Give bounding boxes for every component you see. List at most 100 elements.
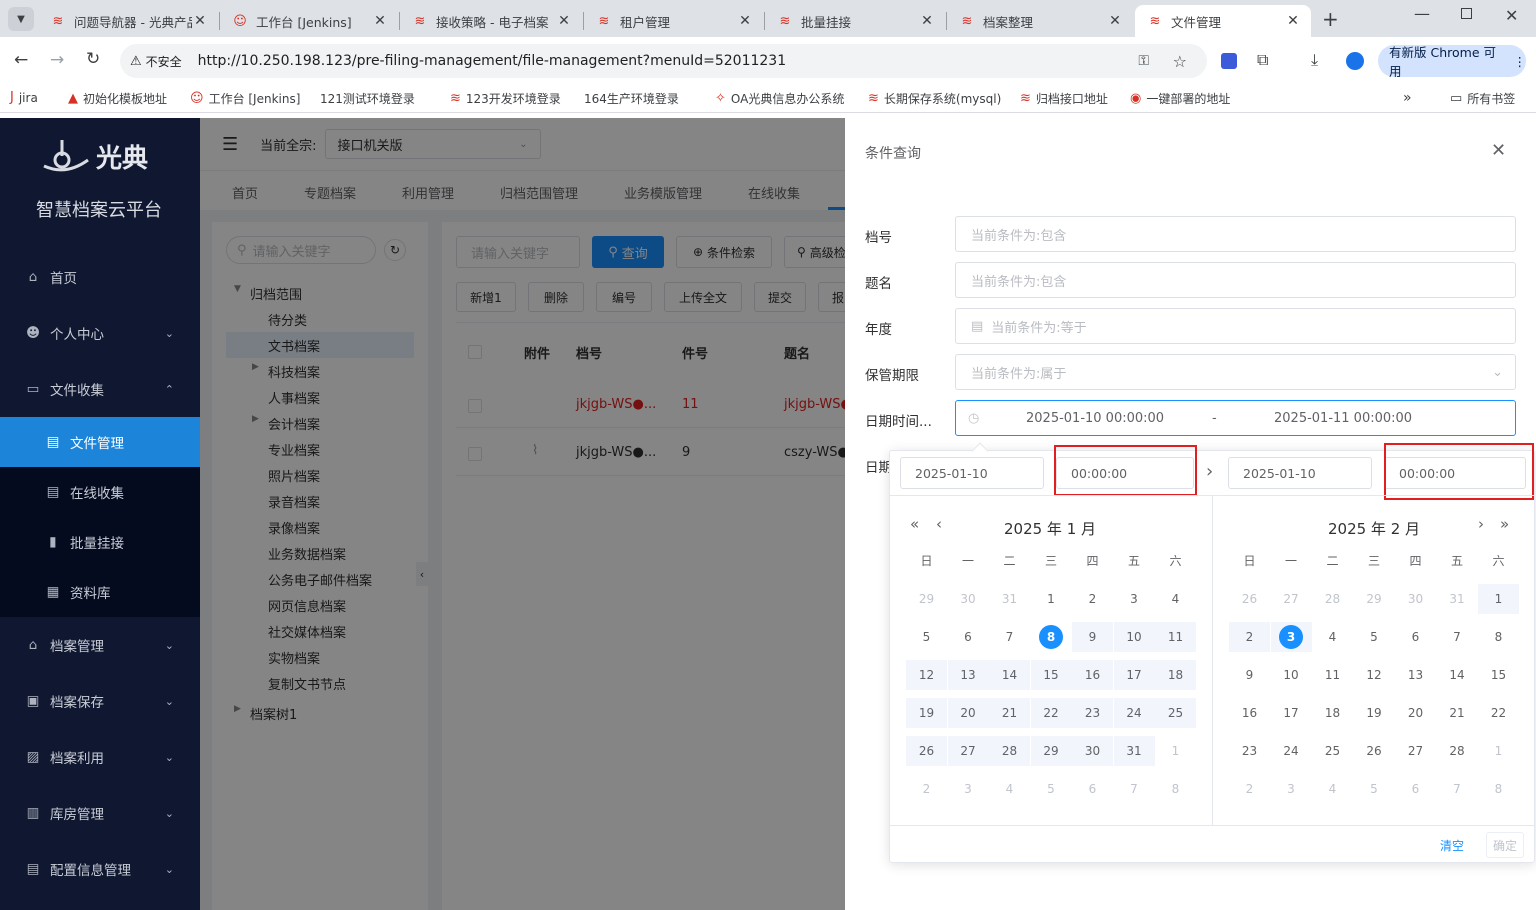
calendar-day[interactable]: 1: [1031, 584, 1072, 614]
calendar-day[interactable]: 17: [1113, 660, 1155, 690]
calendar-day[interactable]: 8: [1478, 774, 1519, 804]
new-tab-button[interactable]: +: [1322, 7, 1339, 31]
browser-tab[interactable]: ≋ 接收策略 - 电子档案 ✕: [400, 5, 582, 37]
browser-tab[interactable]: ≋ 档案整理 ✕: [947, 5, 1133, 37]
calendar-day[interactable]: 4: [989, 774, 1030, 804]
bookmark-item[interactable]: 164生产环境登录: [584, 90, 679, 107]
field-input[interactable]: 当前条件为:属于 ⌄: [955, 354, 1516, 390]
security-label[interactable]: 不安全: [146, 53, 182, 70]
url-text[interactable]: http://10.250.198.123/pre-filing-managem…: [198, 53, 786, 69]
close-tab-icon[interactable]: ✕: [1285, 13, 1301, 29]
calendar-day[interactable]: 30: [948, 584, 989, 614]
chrome-update-button[interactable]: 有新版 Chrome 可用 ⋮: [1378, 45, 1526, 79]
range-end[interactable]: 2025-01-11 00:00:00: [1274, 411, 1412, 426]
sidebar-item[interactable]: ⌂ 档案管理 ⌄: [0, 617, 200, 673]
bookmark-item[interactable]: ▲ 初始化模板地址: [68, 90, 167, 107]
browser-tab[interactable]: ≋ 问题导航器 - 光典产品 ✕: [38, 5, 218, 37]
calendar-day[interactable]: 5: [906, 622, 947, 652]
calendar-day[interactable]: 30: [1072, 736, 1113, 766]
prev-month-icon[interactable]: ‹: [936, 515, 942, 533]
profile-icon[interactable]: [1346, 52, 1364, 70]
calendar-day[interactable]: 9: [1229, 660, 1270, 690]
calendar-day[interactable]: 4: [1312, 774, 1353, 804]
bookmark-item[interactable]: ≋ 123开发环境登录: [450, 90, 561, 107]
start-date-input[interactable]: 2025-01-10: [900, 457, 1044, 489]
calendar-day[interactable]: 10: [1271, 660, 1312, 690]
close-tab-icon[interactable]: ✕: [737, 13, 753, 29]
calendar-day[interactable]: 23: [1229, 736, 1270, 766]
calendar-day[interactable]: 20: [1395, 698, 1436, 728]
calendar-day[interactable]: 31: [989, 584, 1030, 614]
calendar-day[interactable]: 27: [947, 736, 989, 766]
calendar-day[interactable]: 12: [1354, 660, 1395, 690]
calendar-day[interactable]: 19: [1354, 698, 1395, 728]
clear-button[interactable]: 清空: [1440, 837, 1464, 854]
browser-tab[interactable]: ≋ 批量挂接 ✕: [765, 5, 945, 37]
calendar-day[interactable]: 8: [1031, 622, 1072, 652]
reload-icon[interactable]: ↻: [86, 49, 100, 69]
calendar-day[interactable]: 28: [1437, 736, 1478, 766]
close-icon[interactable]: ✕: [1491, 140, 1506, 161]
modal-overlay[interactable]: [200, 118, 845, 910]
calendar-day[interactable]: 25: [1312, 736, 1353, 766]
calendar-day[interactable]: 7: [1437, 622, 1478, 652]
calendar-day[interactable]: 28: [989, 736, 1030, 766]
calendar-day[interactable]: 11: [1155, 622, 1196, 652]
calendar-day[interactable]: 23: [1072, 698, 1113, 728]
omnibox[interactable]: ⚠ 不安全 http://10.250.198.123/pre-filing-m…: [120, 44, 1207, 78]
close-tab-icon[interactable]: ✕: [556, 13, 572, 29]
calendar-day[interactable]: 15: [1030, 660, 1072, 690]
bookmark-item[interactable]: ≋ 长期保存系统(mysql): [868, 90, 1001, 107]
close-tab-icon[interactable]: ✕: [919, 13, 935, 29]
sidebar-item[interactable]: ⌂ 首页: [0, 249, 200, 305]
calendar-day[interactable]: 7: [1437, 774, 1478, 804]
calendar-day[interactable]: 2: [1229, 622, 1270, 652]
download-icon[interactable]: ⤓: [1311, 50, 1318, 70]
calendar-day[interactable]: 16: [1072, 660, 1113, 690]
calendar-day[interactable]: 22: [1478, 698, 1519, 728]
calendar-day[interactable]: 18: [1312, 698, 1353, 728]
calendar-day[interactable]: 1: [1155, 736, 1196, 766]
calendar-day[interactable]: 18: [1155, 660, 1196, 690]
sidebar-item[interactable]: ▤ 在线收集: [0, 467, 200, 517]
field-input[interactable]: ▤ 当前条件为:等于: [955, 308, 1516, 344]
calendar-day[interactable]: 6: [1395, 774, 1436, 804]
calendar-day[interactable]: 2: [906, 774, 947, 804]
minimize-button[interactable]: —: [1414, 4, 1430, 23]
calendar-day[interactable]: 30: [1395, 584, 1436, 614]
range-start[interactable]: 2025-01-10 00:00:00: [1026, 411, 1164, 426]
calendar-day[interactable]: 3: [1270, 622, 1312, 652]
calendar-day[interactable]: 15: [1478, 660, 1519, 690]
bookmark-item[interactable]: ≋ 归档接口地址: [1020, 90, 1108, 107]
prev-year-icon[interactable]: «: [910, 515, 919, 533]
tab-search-button[interactable]: ▼: [8, 7, 34, 31]
calendar-day[interactable]: 4: [1155, 584, 1196, 614]
calendar-day[interactable]: 1: [1478, 584, 1519, 614]
calendar-day[interactable]: 6: [1395, 622, 1436, 652]
puzzle-icon[interactable]: ⧉: [1257, 50, 1268, 70]
calendar-day[interactable]: 24: [1271, 736, 1312, 766]
bookmarks-overflow-icon[interactable]: »: [1403, 90, 1412, 106]
calendar-day[interactable]: 26: [1229, 584, 1270, 614]
bookmark-item[interactable]: 121测试环境登录: [320, 90, 415, 107]
sidebar-item[interactable]: ▤ 文件管理: [0, 417, 200, 467]
sidebar-item[interactable]: ▭ 文件收集 ⌃: [0, 361, 200, 417]
calendar-day[interactable]: 25: [1155, 698, 1196, 728]
forward-icon[interactable]: →: [50, 50, 64, 70]
calendar-day[interactable]: 6: [1072, 774, 1113, 804]
bookmark-item[interactable]: ✧ OA光典信息办公系统: [715, 90, 844, 107]
calendar-day[interactable]: 21: [989, 698, 1030, 728]
calendar-day[interactable]: 5: [1354, 622, 1395, 652]
sidebar-item[interactable]: ▦ 资料库: [0, 567, 200, 617]
calendar-day[interactable]: 13: [1395, 660, 1436, 690]
calendar-day[interactable]: 29: [1030, 736, 1072, 766]
calendar-day[interactable]: 20: [947, 698, 989, 728]
calendar-day[interactable]: 28: [1312, 584, 1353, 614]
calendar-day[interactable]: 3: [1114, 584, 1155, 614]
confirm-button[interactable]: 确定: [1486, 832, 1524, 858]
extension-icon[interactable]: [1221, 53, 1237, 69]
sidebar-item[interactable]: ▤ 配置信息管理 ⌄: [0, 841, 200, 897]
calendar-day[interactable]: 31: [1113, 736, 1155, 766]
calendar-day[interactable]: 26: [906, 736, 947, 766]
calendar-day[interactable]: 5: [1354, 774, 1395, 804]
